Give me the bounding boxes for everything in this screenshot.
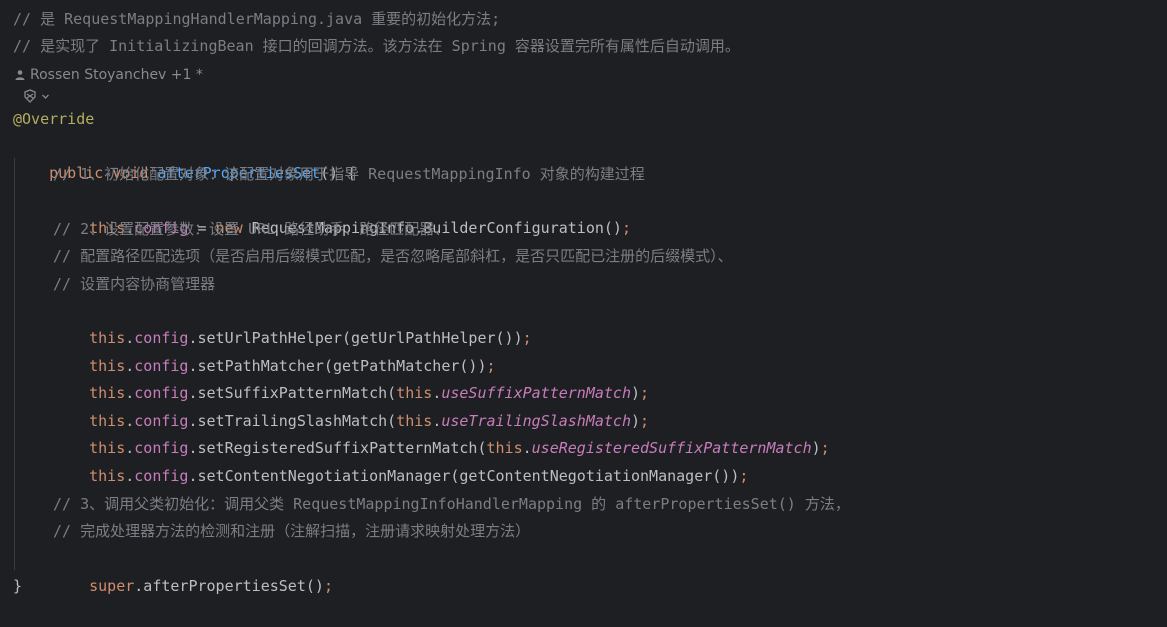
code-vision-inlay[interactable] [22,86,50,106]
comment-step-2b: // 配置路径匹配选项（是否启用后缀模式匹配，是否忽略尾部斜杠，是否只匹配已注册… [53,247,733,265]
doc-comment-line-2: // 是实现了 InitializingBean 接口的回调方法。该方法在 Sp… [13,37,740,55]
author-inlay-hint[interactable]: Rossen Stoyanchev +1 * [14,64,203,86]
keyword-super: super [89,577,135,595]
keyword-this: this [89,467,126,485]
semicolon: ; [621,219,631,237]
semicolon: ; [522,329,532,347]
super-method-call[interactable]: .afterPropertiesSet() [134,577,324,595]
semicolon: ; [323,577,333,595]
set-line-content-negotiation-manager: this.config.setContentNegotiationManager… [53,436,748,485]
author-name: Rossen Stoyanchev +1 * [30,67,203,83]
comment-step-3b: // 完成处理器方法的检测和注册（注解扫描，注册请求映射处理方法） [53,522,531,540]
set-line-url-path-helper: this.config.setUrlPathHelper(getUrlPathH… [53,298,532,347]
comment-step-1: // 1、初始化配置对象：该配置对象用于指导 RequestMappingInf… [53,165,645,183]
chevron-down-icon [42,94,49,99]
comment-step-3a: // 3、调用父类初始化：调用父类 RequestMappingInfoHand… [53,495,850,513]
close-paren: ) [811,439,821,457]
implementations-icon [24,89,36,103]
set-line-registered-suffix-pattern-match: this.config.setRegisteredSuffixPatternMa… [53,408,830,457]
set-line-path-matcher: this.config.setPathMatcher(getPathMatche… [53,326,495,375]
semicolon: ; [820,439,830,457]
set-line-trailing-slash-match: this.config.setTrailingSlashMatch(this.u… [53,381,649,430]
indent-guide [14,158,15,570]
method-signature: public void afterPropertiesSet() { [13,133,356,182]
override-annotation: @Override [13,110,95,128]
semicolon: ; [739,467,749,485]
field-config[interactable]: config [134,467,188,485]
user-icon [15,70,25,80]
config-assignment: this.config = new RequestMappingInfo.Bui… [53,188,631,237]
doc-comment-line-1: // 是 RequestMappingHandlerMapping.java 重… [13,10,501,28]
method-call[interactable]: .setContentNegotiationManager(getContent… [188,467,739,485]
comment-step-2a: // 2、设置配置参数：设置 URL 路径助手、路径匹配器、 [53,220,450,238]
code-editor[interactable]: // 是 RequestMappingHandlerMapping.java 重… [0,0,1167,604]
comment-step-2c: // 设置内容协商管理器 [53,275,216,293]
dot: . [125,467,135,485]
set-line-suffix-pattern-match: this.config.setSuffixPatternMatch(this.u… [53,353,649,402]
closing-brace: } [13,577,23,595]
super-call-line: super.afterPropertiesSet(); [53,546,333,595]
